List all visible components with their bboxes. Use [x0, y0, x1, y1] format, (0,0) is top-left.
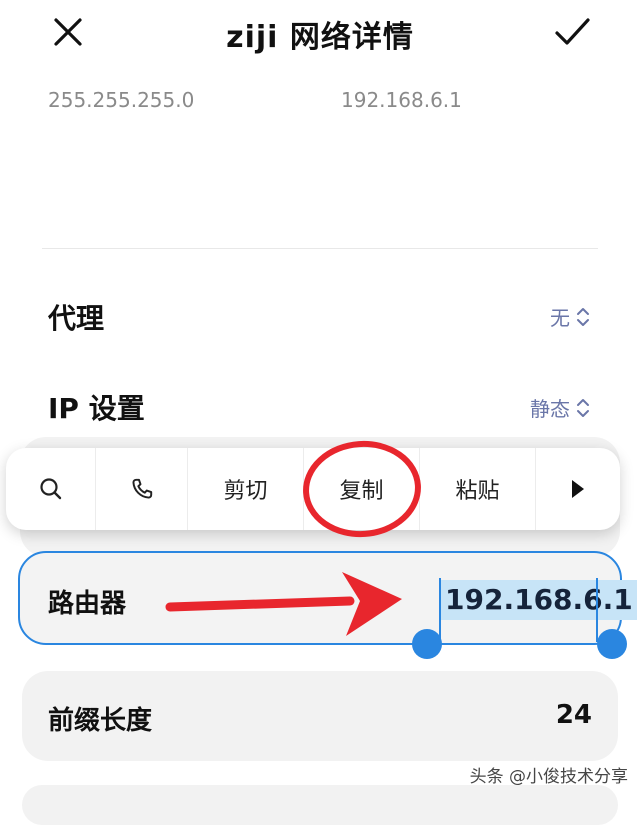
- selection-end-handle[interactable]: [597, 629, 627, 659]
- proxy-label: 代理: [48, 302, 105, 335]
- proxy-value: 无: [550, 306, 570, 330]
- watermark: 头条 @小俊技术分享: [469, 767, 628, 787]
- ip-settings-label: IP 设置: [48, 392, 145, 425]
- chevron-updown-icon: [577, 398, 589, 417]
- selection-start-handle[interactable]: [412, 629, 442, 659]
- proxy-select[interactable]: 无: [550, 302, 590, 331]
- divider: [42, 248, 598, 249]
- ip-settings-value: 静态: [530, 397, 570, 421]
- check-icon[interactable]: [552, 12, 592, 52]
- prefix-length-label: 前缀长度: [48, 706, 153, 736]
- search-icon[interactable]: [6, 448, 96, 530]
- prefix-length-value: 24: [555, 700, 592, 730]
- copy-menu-item[interactable]: 复制: [304, 448, 420, 530]
- play-arrow-icon[interactable]: [536, 448, 620, 530]
- chevron-updown-icon: [577, 307, 589, 326]
- cut-menu-item[interactable]: 剪切: [188, 448, 304, 530]
- gateway-value: 192.168.6.1: [341, 88, 462, 112]
- router-label: 路由器: [48, 589, 127, 619]
- text-context-menu: 剪切 复制 粘贴: [6, 448, 620, 530]
- page-title: ziji 网络详情: [226, 20, 414, 55]
- paste-menu-item[interactable]: 粘贴: [420, 448, 536, 530]
- ip-settings-select[interactable]: 静态: [530, 393, 590, 422]
- phone-icon[interactable]: [96, 448, 188, 530]
- router-value-selected[interactable]: 192.168.6.1: [441, 580, 637, 620]
- selection-end-bar: [596, 578, 598, 642]
- subnet-mask-value: 255.255.255.0: [48, 88, 195, 112]
- header-bar: ziji 网络详情: [0, 0, 640, 66]
- selection-start-bar: [439, 578, 441, 642]
- next-field-card: [22, 785, 618, 825]
